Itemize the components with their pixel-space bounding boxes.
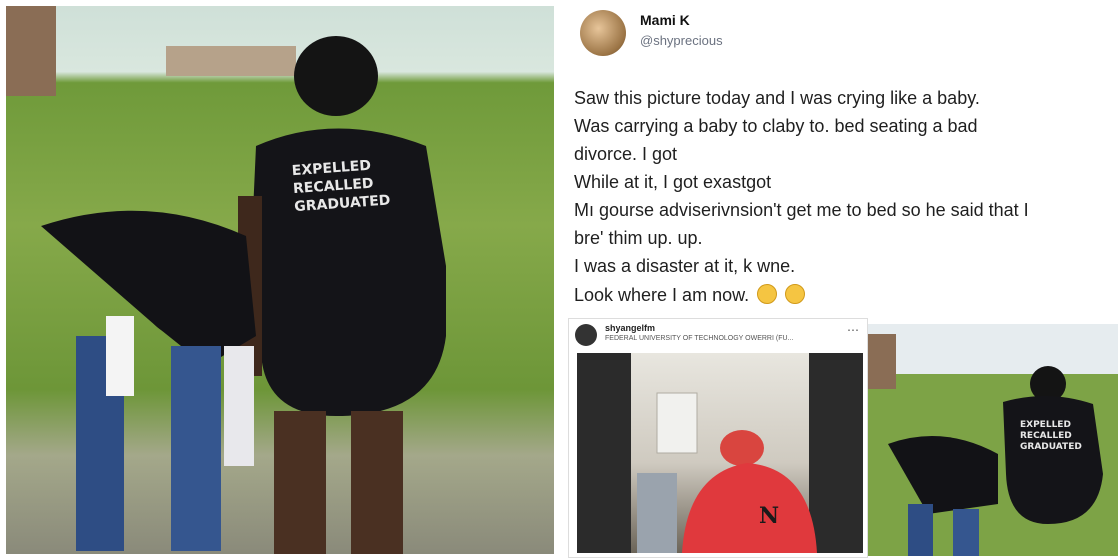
- building: [6, 6, 56, 96]
- laughing-emoji-icon: [757, 284, 778, 304]
- woman-leg-right: [351, 411, 403, 554]
- sweater-letter: N: [759, 503, 780, 529]
- more-options-icon[interactable]: ⋯: [847, 323, 859, 337]
- photo-scene: [6, 6, 446, 554]
- left-photo: EXPELLED RECALLED GRADUATED: [6, 6, 554, 554]
- tweet-card: Mami K @shyprecious Saw this picture tod…: [566, 0, 1120, 560]
- tweet-text-line: I was a disaster at it, k wne.: [574, 256, 796, 276]
- tweet-text-line-last: Look where I am now.: [574, 284, 806, 306]
- classroom-scene: [637, 392, 817, 553]
- student-left: [637, 473, 677, 553]
- small-shirt-print: EXPELLED RECALLED GRADUATED: [1020, 420, 1082, 453]
- display-name[interactable]: Mami K: [640, 12, 690, 28]
- red-sweater: [682, 463, 817, 553]
- tweet-text-line: Mı gourse adviserivnsion't get me to bed…: [574, 200, 1029, 220]
- shirt-text-line: RECALLED: [1020, 431, 1072, 441]
- profile-avatar[interactable]: [580, 10, 626, 56]
- folder-held: [224, 346, 254, 466]
- small-photo: EXPELLED RECALLED GRADUATED: [868, 324, 1118, 556]
- user-handle[interactable]: @shyprecious: [640, 33, 723, 48]
- building-far: [166, 46, 296, 76]
- woman-head: [294, 36, 378, 116]
- tweet-text-line: While at it, I got exastgot: [574, 172, 772, 192]
- paper-held: [106, 316, 134, 396]
- shirt-print: EXPELLED RECALLED GRADUATED: [291, 154, 414, 216]
- tweet-text: Look where I am now.: [574, 285, 750, 305]
- tweet-text-line: bre' thim up. up.: [574, 228, 703, 248]
- man-jeans-right: [171, 346, 221, 551]
- shirt-text-line: EXPELLED: [1020, 420, 1071, 430]
- classroom-photo: N: [577, 353, 863, 553]
- embed-location: FEDERAL UNIVERSITY OF TECHNOLOGY OWERRI …: [605, 335, 794, 342]
- tweet-text-line: Saw this picture today and I was crying …: [574, 88, 980, 108]
- embed-avatar[interactable]: [575, 324, 597, 346]
- tweet-text-line: Was carrying a baby to claby to. bed sea…: [574, 116, 978, 136]
- student-head: [720, 430, 764, 466]
- tweet-text-line: divorce. I got: [574, 144, 678, 164]
- embed-username[interactable]: shyangelfm: [605, 323, 655, 333]
- embedded-post[interactable]: shyangelfm FEDERAL UNIVERSITY OF TECHNOL…: [568, 318, 868, 558]
- shirt-text-line: GRADUATED: [1020, 442, 1082, 452]
- window: [656, 392, 698, 454]
- woman-leg-left: [274, 411, 326, 554]
- laughing-emoji-icon: [785, 284, 806, 304]
- man-shirt: [41, 210, 256, 366]
